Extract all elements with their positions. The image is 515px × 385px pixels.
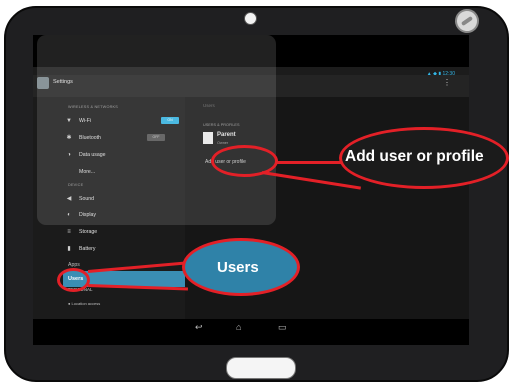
tablet-home-button[interactable] [226,357,296,379]
settings-item-location[interactable]: ● Location access [68,301,100,306]
settings-item-storage[interactable]: ≡ Storage [33,224,185,240]
callout-line-add-user [276,161,344,164]
storage-icon: ≡ [67,229,71,235]
overlay-card [37,35,276,225]
battery-icon: ▮ [67,246,71,252]
overflow-menu-icon[interactable]: ⋮ [443,79,451,87]
home-icon[interactable]: ⌂ [236,322,241,332]
users-highlight-ring [57,268,90,292]
back-icon[interactable]: ↩ [195,322,203,333]
camera-lens [244,12,257,25]
users-callout-text: Users [217,259,259,276]
settings-item-battery[interactable]: ▮ Battery [33,241,185,257]
add-user-callout-text: Add user or profile [345,148,484,165]
location-icon: ● [68,301,71,306]
navigation-bar [33,319,469,345]
recent-apps-icon[interactable]: ▭ [278,322,287,333]
